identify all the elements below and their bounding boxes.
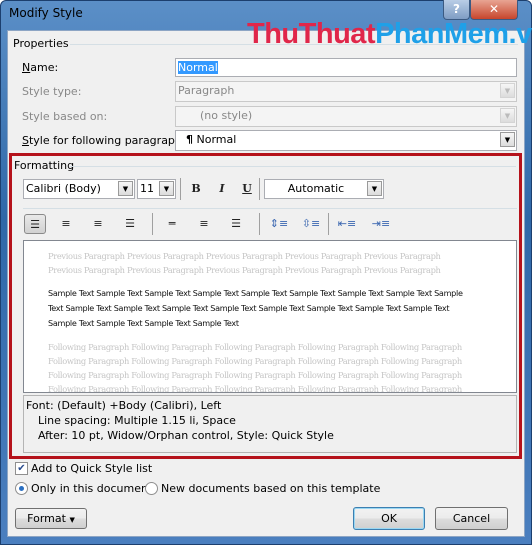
name-input[interactable]: Normal bbox=[175, 58, 517, 77]
font-size-select[interactable]: 11 ▼ bbox=[137, 179, 176, 199]
font-select[interactable]: Calibri (Body) ▼ bbox=[23, 179, 135, 199]
underline-button[interactable]: U bbox=[236, 179, 258, 199]
sample-text: Sample Text Sample Text Sample Text Samp… bbox=[48, 288, 463, 328]
decrease-indent-button[interactable]: ⇤≡ bbox=[336, 214, 358, 234]
add-quick-style-checkbox[interactable]: ✔ bbox=[15, 462, 28, 475]
previous-paragraph-text: Previous Paragraph Previous Paragraph Pr… bbox=[48, 251, 441, 275]
separator bbox=[259, 213, 260, 235]
chevron-down-icon: ▼ bbox=[500, 83, 515, 98]
help-button[interactable]: ? bbox=[443, 0, 470, 20]
name-label: Name: bbox=[22, 61, 59, 74]
following-paragraph-text: Following Paragraph Following Paragraph … bbox=[48, 342, 462, 393]
cancel-button[interactable]: Cancel bbox=[435, 507, 508, 530]
watermark-logo: ThuThuatPhanMem.vn bbox=[247, 18, 532, 50]
close-button[interactable]: ✕ bbox=[470, 0, 518, 20]
align-left-button[interactable]: ☰ bbox=[24, 214, 46, 234]
chevron-down-icon: ▼ bbox=[500, 132, 515, 147]
increase-paragraph-spacing-icon: ⇕≡ bbox=[269, 217, 289, 230]
double-spacing-button[interactable]: ☰ bbox=[225, 214, 247, 234]
following-select[interactable]: ¶ Normal ▼ bbox=[175, 130, 517, 151]
separator bbox=[152, 213, 153, 235]
based-on-label: Style based on: bbox=[22, 110, 108, 123]
align-left-icon: ☰ bbox=[30, 218, 40, 231]
decrease-indent-icon: ⇤≡ bbox=[337, 217, 357, 230]
formatting-group-label: Formatting bbox=[14, 159, 75, 172]
properties-group-label: Properties bbox=[13, 37, 69, 50]
divider bbox=[70, 166, 516, 167]
divider bbox=[23, 208, 517, 209]
justify-icon: ☰ bbox=[125, 217, 135, 230]
new-documents-radio[interactable] bbox=[145, 482, 158, 495]
decrease-spacing-button[interactable]: ⇳≡ bbox=[300, 214, 322, 234]
align-center-button[interactable]: ≡ bbox=[55, 214, 77, 234]
single-spacing-button[interactable]: ═ bbox=[161, 214, 183, 234]
style-type-label: Style type: bbox=[22, 85, 82, 98]
based-on-select: (no style) ▼ bbox=[175, 106, 517, 127]
style-description: Font: (Default) +Body (Calibri), Left Li… bbox=[23, 395, 517, 453]
dropdown-arrow-icon: ▼ bbox=[69, 516, 75, 524]
justify-button[interactable]: ☰ bbox=[119, 214, 141, 234]
paragraph-icon: ¶ bbox=[186, 133, 193, 146]
ok-button[interactable]: OK bbox=[353, 507, 425, 530]
font-color-select[interactable]: Automatic ▼ bbox=[264, 179, 384, 199]
new-documents-label[interactable]: New documents based on this template bbox=[161, 482, 380, 495]
one-half-spacing-icon: ≡ bbox=[199, 217, 209, 230]
align-center-icon: ≡ bbox=[61, 217, 71, 230]
chevron-down-icon: ▼ bbox=[500, 108, 515, 123]
chevron-down-icon: ▼ bbox=[367, 181, 382, 196]
align-right-button[interactable]: ≡ bbox=[87, 214, 109, 234]
style-type-select: Paragraph ▼ bbox=[175, 81, 517, 102]
decrease-paragraph-spacing-icon: ⇳≡ bbox=[301, 217, 321, 230]
following-label: Style for following paragraph: bbox=[22, 134, 186, 147]
only-this-document-radio[interactable] bbox=[15, 482, 28, 495]
style-preview: Previous Paragraph Previous Paragraph Pr… bbox=[23, 240, 517, 393]
italic-button[interactable]: I bbox=[211, 179, 233, 199]
add-quick-style-label[interactable]: Add to Quick Style list bbox=[31, 462, 152, 475]
chevron-down-icon: ▼ bbox=[159, 181, 174, 196]
bold-button[interactable]: B bbox=[185, 179, 207, 199]
increase-spacing-button[interactable]: ⇕≡ bbox=[268, 214, 290, 234]
double-spacing-icon: ☰ bbox=[231, 217, 241, 230]
increase-indent-button[interactable]: ⇥≡ bbox=[370, 214, 392, 234]
separator bbox=[259, 178, 260, 200]
separator bbox=[328, 213, 329, 235]
align-right-icon: ≡ bbox=[93, 217, 103, 230]
one-half-spacing-button[interactable]: ≡ bbox=[193, 214, 215, 234]
separator bbox=[180, 178, 181, 200]
increase-indent-icon: ⇥≡ bbox=[371, 217, 391, 230]
chevron-down-icon: ▼ bbox=[118, 181, 133, 196]
only-this-document-label[interactable]: Only in this document bbox=[31, 482, 152, 495]
single-spacing-icon: ═ bbox=[168, 217, 176, 230]
format-button[interactable]: Format ▼ bbox=[15, 508, 87, 529]
dialog-title: Modify Style bbox=[9, 6, 83, 20]
